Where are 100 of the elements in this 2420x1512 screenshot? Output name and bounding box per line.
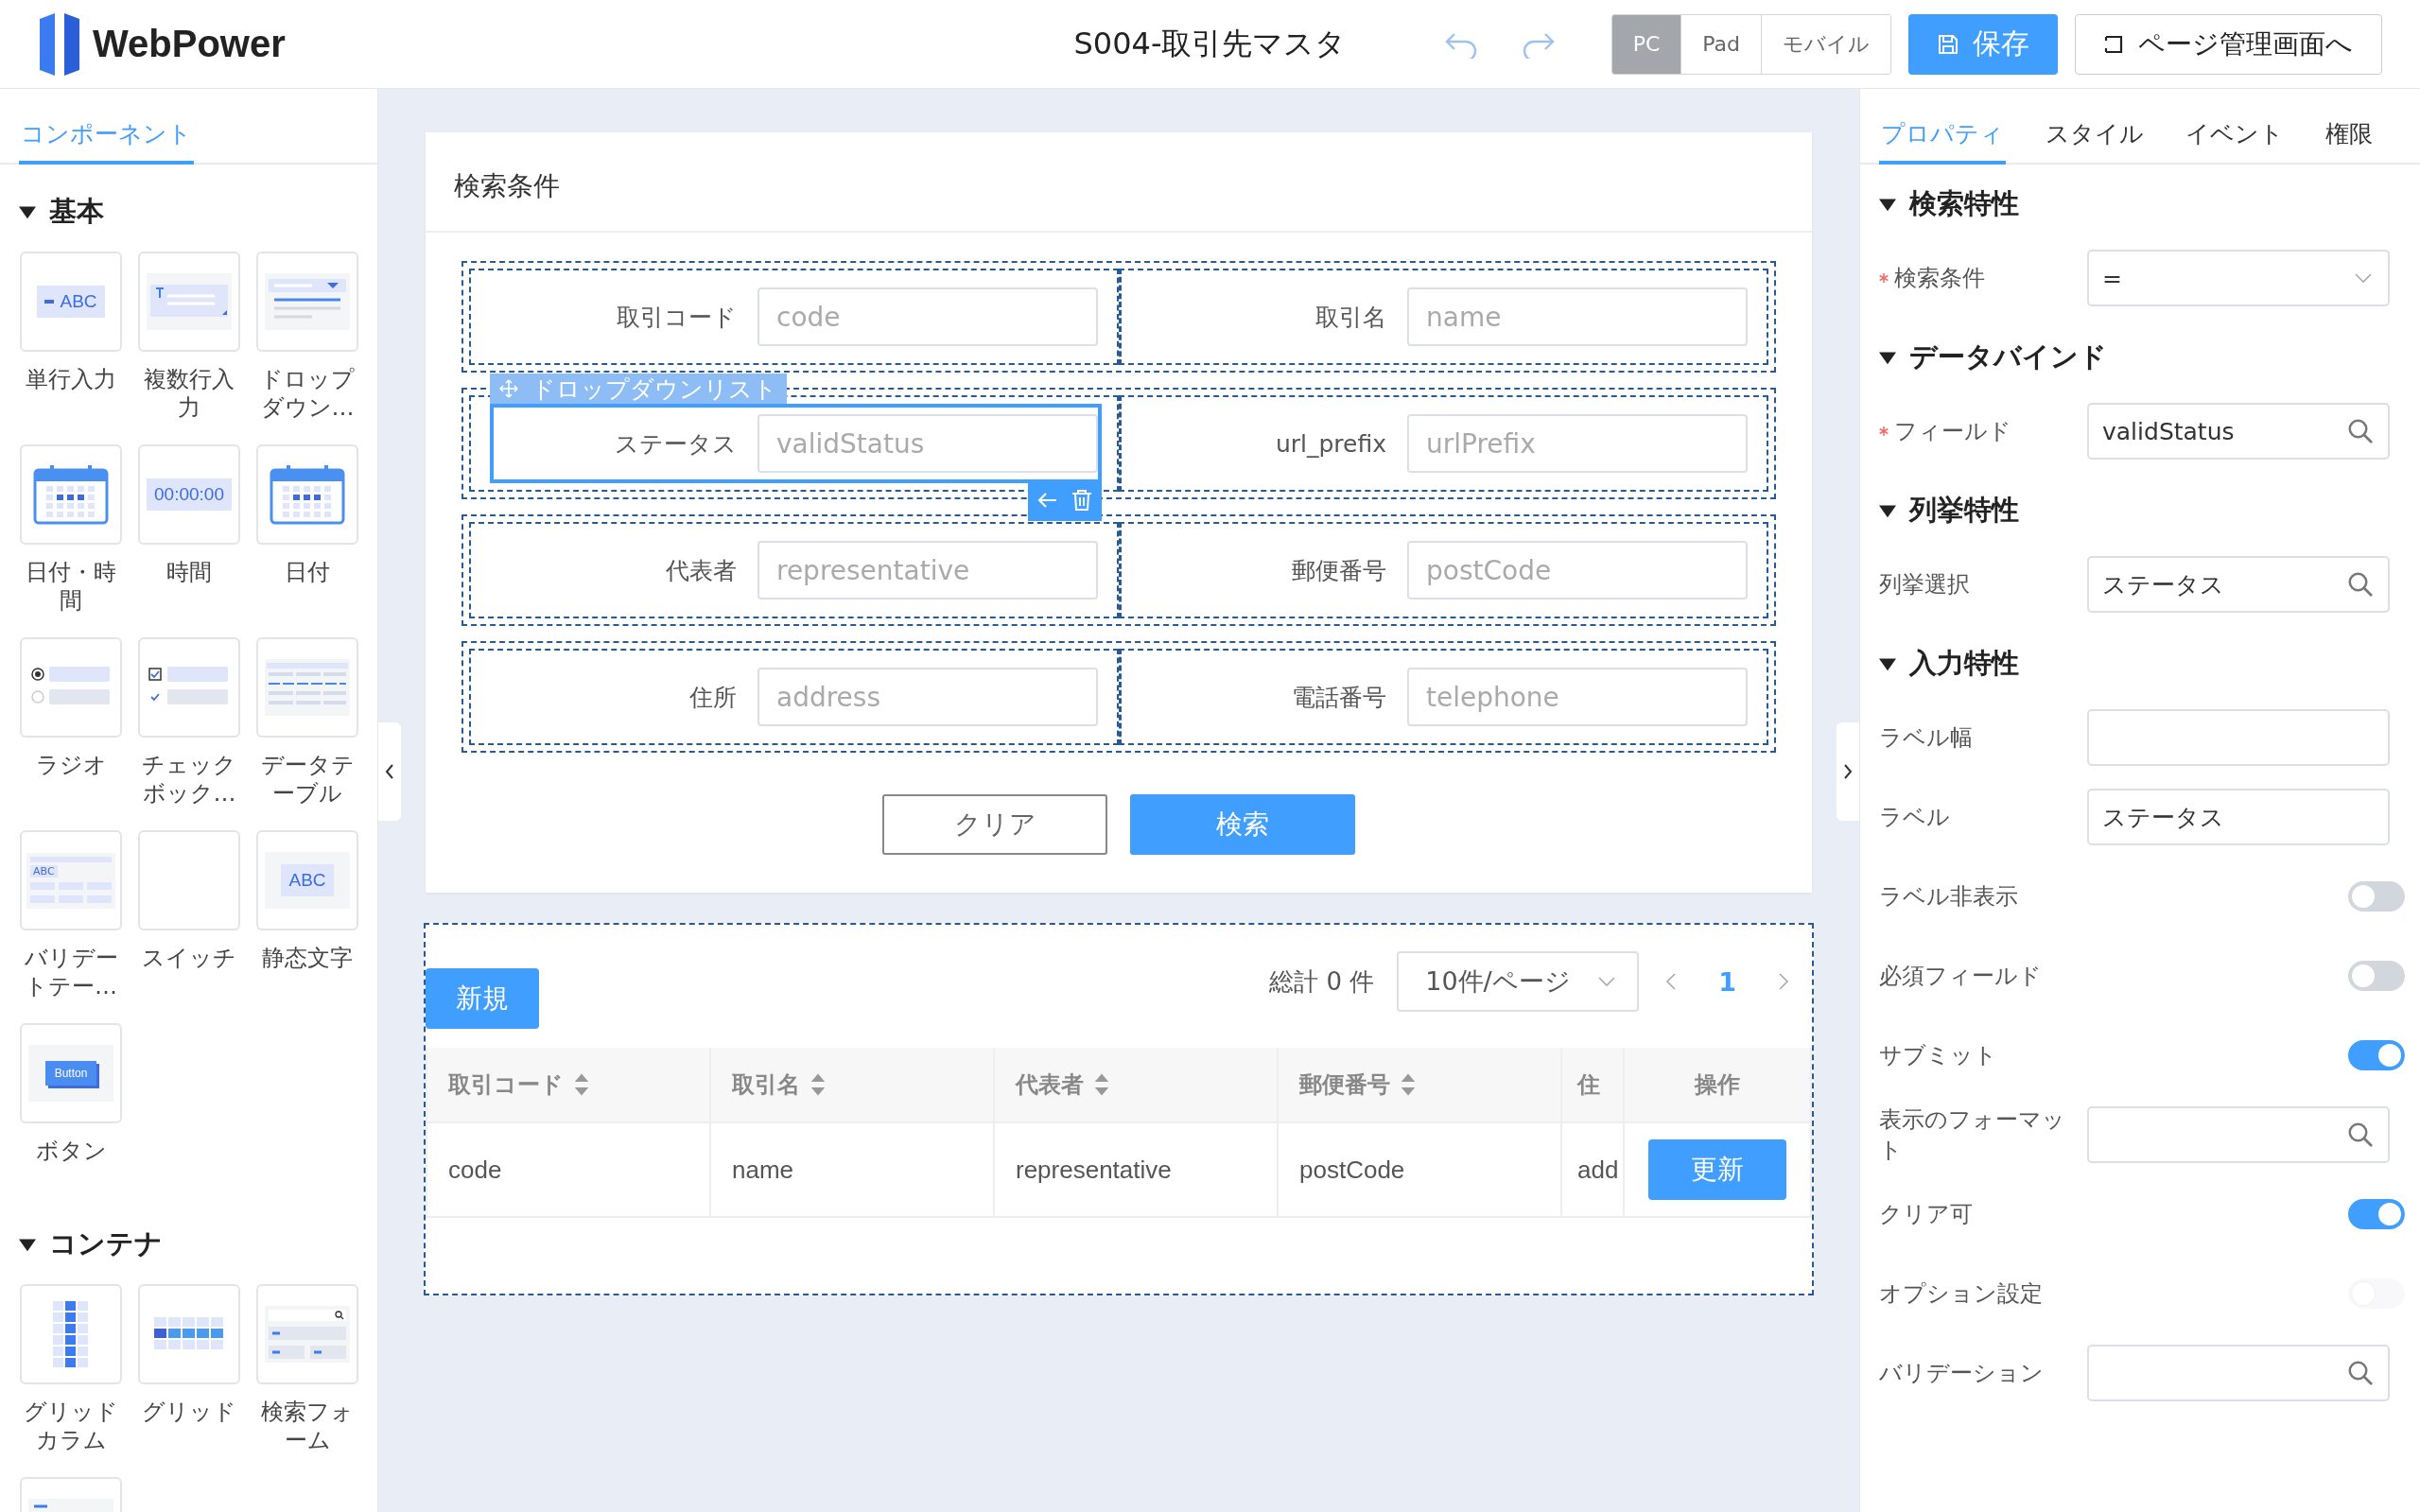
column-header: 取引名 [732, 1070, 800, 1100]
trash-icon [1070, 488, 1094, 513]
component-tile[interactable] [20, 637, 122, 738]
field-label: 住所 [688, 682, 737, 713]
field-label: 代表者 [665, 555, 737, 586]
tile-label: 静态文字 [261, 944, 354, 973]
component-tile[interactable] [138, 830, 240, 930]
component-tile[interactable]: ABC [20, 252, 122, 352]
property-label: 表示のフォーマット [1879, 1105, 2066, 1165]
total-count: 総計 0 件 [1269, 965, 1375, 998]
search-icon [2346, 570, 2375, 599]
property-label: 必須フィールド [1879, 962, 2042, 991]
new-button[interactable]: 新規 [426, 968, 539, 1029]
section-title: 検索特性 [1909, 186, 2019, 221]
toggle-switch[interactable] [2348, 1040, 2405, 1070]
search-field[interactable] [2087, 1106, 2390, 1163]
table-cell: code [448, 1155, 502, 1184]
preview-text: Button [54, 1067, 88, 1080]
device-tab[interactable]: PC [1611, 14, 1681, 74]
sort-icon[interactable] [810, 1072, 827, 1097]
input-field[interactable]: validStatus [757, 414, 1098, 473]
section-title: 入力特性 [1909, 646, 2019, 681]
tile-label: チェックボック… [141, 751, 237, 808]
search-field[interactable]: validStatus [2087, 403, 2390, 460]
tile-label: スイッチ [141, 944, 237, 973]
component-tile[interactable] [256, 637, 358, 738]
panel-tab[interactable]: スタイル [2044, 118, 2146, 165]
collapse-handle[interactable] [378, 722, 401, 821]
input-field[interactable]: representative [757, 541, 1098, 600]
sort-icon[interactable] [1093, 1072, 1110, 1097]
input-field[interactable]: name [1407, 287, 1748, 346]
tile-label: 単行入力 [25, 365, 117, 394]
input-field[interactable]: address [757, 668, 1098, 726]
tile-label: 日付 [284, 558, 331, 587]
component-tile[interactable] [256, 444, 358, 545]
update-button[interactable]: 更新 [1648, 1139, 1786, 1200]
table-cell: representative [1016, 1155, 1172, 1184]
chevron-left-icon [383, 762, 396, 781]
column-header: 取引コード [448, 1070, 564, 1100]
device-tab[interactable]: モバイル [1761, 14, 1890, 74]
preview-text: ABC [60, 291, 97, 312]
floppy-icon [1937, 32, 1959, 56]
property-label: フィールド [1894, 417, 2011, 446]
preview-text: ABC [30, 864, 58, 878]
page-size-select[interactable]: 10件/ページ [1397, 951, 1640, 1012]
search-icon [2346, 417, 2375, 445]
panel-tab[interactable]: プロパティ [1879, 118, 2006, 165]
group-title: コンテナ [49, 1226, 163, 1261]
column-header: 郵便番号 [1299, 1070, 1390, 1100]
calendar-icon [270, 464, 345, 525]
input-field[interactable]: code [757, 287, 1098, 346]
tile-label: 時間 [165, 558, 213, 587]
component-tile[interactable] [256, 252, 358, 352]
property-label: 列挙選択 [1879, 570, 1970, 600]
toggle-switch[interactable] [2348, 961, 2405, 991]
component-tile[interactable] [256, 1284, 358, 1384]
page-manager-button[interactable]: ページ管理画面へ [2075, 13, 2382, 75]
group-title: 基本 [49, 194, 104, 229]
search-field[interactable]: ステータス [2087, 556, 2390, 613]
input-field[interactable]: urlPrefix [1407, 414, 1748, 473]
input-field[interactable]: ステータス [2087, 789, 2390, 845]
table-cell: name [732, 1155, 794, 1184]
search-button[interactable]: 検索 [1130, 794, 1355, 855]
select-field[interactable]: = [2087, 250, 2390, 306]
grid-column-drawing [52, 1300, 90, 1368]
component-tile[interactable] [20, 444, 122, 545]
table-cell: add [1577, 1155, 1619, 1184]
component-tile[interactable] [138, 1284, 240, 1384]
property-label: ラベル [1879, 803, 1950, 832]
toggle-switch[interactable] [2348, 1199, 2405, 1229]
component-tile[interactable] [20, 1284, 122, 1384]
clear-button[interactable]: クリア [882, 794, 1107, 855]
component-tile[interactable] [138, 637, 240, 738]
panel-tab[interactable]: コンポーネント [19, 118, 194, 165]
component-tile[interactable]: Button [20, 1023, 122, 1123]
property-label: バリデーション [1879, 1359, 2044, 1388]
collapse-handle[interactable] [1837, 722, 1859, 821]
property-label: 検索条件 [1894, 264, 1985, 293]
input-field[interactable]: postCode [1407, 541, 1748, 600]
preview-text: ABC [288, 870, 326, 891]
field-label: url_prefix [1274, 429, 1386, 458]
bracket-icon [2104, 33, 2125, 55]
column-header: 住 [1577, 1071, 1600, 1098]
panel-tab[interactable]: 権限 [2324, 118, 2375, 165]
component-tile[interactable] [138, 252, 240, 352]
toggle-switch[interactable] [2348, 881, 2405, 912]
save-button[interactable]: 保存 [1908, 13, 2058, 75]
input-field[interactable] [2087, 709, 2390, 766]
tile-label: グリッド [141, 1398, 237, 1427]
search-field[interactable] [2087, 1345, 2390, 1401]
input-field[interactable]: telephone [1407, 668, 1748, 726]
component-tile[interactable]: ABC [256, 830, 358, 930]
page-number[interactable]: 1 [1703, 966, 1751, 997]
component-tile[interactable]: ABC [20, 830, 122, 930]
sort-icon[interactable] [1400, 1072, 1417, 1097]
tag-text: ドロップダウンリスト [531, 374, 777, 405]
component-tile[interactable]: 00:00:00 [138, 444, 240, 545]
sort-icon[interactable] [573, 1072, 590, 1097]
page-title: S004-取引先マスタ [1073, 24, 1347, 63]
panel-tab[interactable]: イベント [2184, 118, 2286, 165]
